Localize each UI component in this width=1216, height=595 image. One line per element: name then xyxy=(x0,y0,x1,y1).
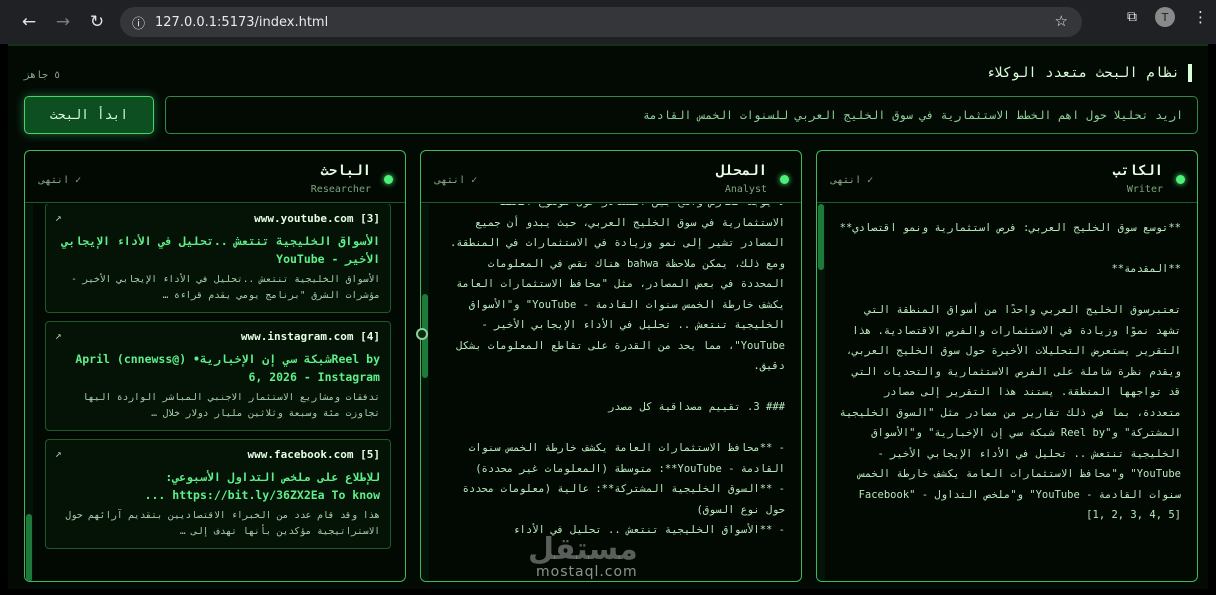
source-domain: www.instagram.com [4] xyxy=(240,330,380,343)
scrollbar-thumb[interactable] xyxy=(818,204,824,270)
reload-icon[interactable]: ↻ xyxy=(80,5,114,39)
scrollbar-thumb[interactable] xyxy=(26,514,32,581)
external-link-icon[interactable]: ↗ xyxy=(55,211,62,224)
source-snippet: الأسواق الخليجية تنتعش ..تحليل في الأداء… xyxy=(71,274,380,301)
source-snippet: تدفقات ومشاريع الاستثمار الاجنبي المباشر… xyxy=(82,392,380,419)
analyst-analysis-text: لا يوجد تعارض واضح بين المصادر حول موضوع… xyxy=(449,204,785,536)
source-card[interactable]: www.facebook.com [5] ↗ للإطلاع على ملخص … xyxy=(45,439,391,549)
writer-panel: الكاتب Writer ✓ انتهى **توسع سوق الخليج … xyxy=(816,150,1198,582)
url-text: 127.0.0.1:5173/index.html xyxy=(155,14,329,30)
scrollbar[interactable] xyxy=(421,204,429,581)
panel-status: ✓ انتهى xyxy=(39,175,82,186)
source-card[interactable]: www.instagram.com [4] ↗ Reel byشبكة سي إ… xyxy=(45,321,391,431)
extensions-icon[interactable]: ⧉ xyxy=(1127,9,1137,25)
site-info-icon[interactable]: ⓘ xyxy=(132,13,145,32)
scrollbar[interactable] xyxy=(25,204,33,581)
source-title[interactable]: للإطلاع على ملخص التداول الأسبوعي: https… xyxy=(56,468,380,504)
writer-report-text: **توسع سوق الخليج العربي: فرص استثمارية … xyxy=(839,222,1181,521)
panel-status: ✓ انتهى xyxy=(435,175,478,186)
status-dot-icon xyxy=(384,175,393,184)
page-title: نظام البحث متعدد الوكلاء xyxy=(986,64,1192,82)
panel-subtitle: Analyst xyxy=(724,184,767,195)
panel-status: ✓ انتهى xyxy=(831,175,874,186)
resize-handle[interactable] xyxy=(416,328,428,340)
menu-icon[interactable]: ⋮ xyxy=(1193,8,1208,26)
source-snippet: هذا وقد قام عدد من الخبراء الاقتصاديين ب… xyxy=(65,510,380,537)
panel-header: الكاتب Writer ✓ انتهى xyxy=(817,151,1197,203)
external-link-icon[interactable]: ↗ xyxy=(55,447,62,460)
panel-title: الكاتب xyxy=(1112,163,1163,179)
external-link-icon[interactable]: ↗ xyxy=(55,329,62,342)
source-title[interactable]: الأسواق الخليجية تنتعش ..تحليل في الأداء… xyxy=(56,232,381,268)
divider xyxy=(8,44,1208,46)
watermark-logo: مستقل xyxy=(528,532,638,567)
panel-body[interactable]: www.youtube.com [3] ↗ الأسواق الخليجية ت… xyxy=(25,204,405,581)
address-bar[interactable]: ⓘ 127.0.0.1:5173/index.html ☆ xyxy=(120,7,1082,37)
status-dot-icon xyxy=(1176,175,1185,184)
panel-body[interactable]: لا يوجد تعارض واضح بين المصادر حول موضوع… xyxy=(421,204,801,581)
source-title[interactable]: Reel byشبكة سي إن الإخبارية• (@cnnewss) … xyxy=(56,350,380,386)
bookmark-star-icon[interactable]: ☆ xyxy=(1055,12,1068,30)
scrollbar[interactable] xyxy=(817,204,825,581)
researcher-panel: الباحث Researcher ✓ انتهى www.youtube.co… xyxy=(24,150,406,582)
analyst-panel: المحلل Analyst ✓ انتهى لا يوجد تعارض واض… xyxy=(420,150,802,582)
panel-title: المحلل xyxy=(716,163,767,179)
watermark-text: mostaql.com xyxy=(536,564,638,580)
page-title-text: نظام البحث متعدد الوكلاء xyxy=(986,65,1180,81)
source-domain: www.facebook.com [5] xyxy=(247,448,380,461)
title-accent xyxy=(1188,64,1192,82)
browser-toolbar: ← → ↻ ⓘ 127.0.0.1:5173/index.html ☆ ⧉ T … xyxy=(0,0,1216,44)
source-domain: www.youtube.com [3] xyxy=(254,212,380,225)
back-icon[interactable]: ← xyxy=(12,5,46,39)
start-research-button[interactable]: ابدأ البحث xyxy=(24,96,154,134)
panel-header: المحلل Analyst ✓ انتهى xyxy=(421,151,801,203)
forward-icon[interactable]: → xyxy=(46,5,80,39)
panel-header: الباحث Researcher ✓ انتهى xyxy=(25,151,405,203)
app-root: نظام البحث متعدد الوكلاء ٥ جاهز ابدأ الب… xyxy=(8,44,1208,589)
panel-body[interactable]: **توسع سوق الخليج العربي: فرص استثمارية … xyxy=(817,204,1197,581)
panel-subtitle: Researcher xyxy=(310,184,371,195)
panel-subtitle: Writer xyxy=(1126,184,1163,195)
profile-avatar[interactable]: T xyxy=(1155,7,1175,27)
panel-title: الباحث xyxy=(320,163,371,179)
status-dot-icon xyxy=(780,175,789,184)
source-card[interactable]: www.youtube.com [3] ↗ الأسواق الخليجية ت… xyxy=(45,204,391,313)
query-input[interactable]: اريد تحليلا حول اهم الخطط الاستثمارية في… xyxy=(165,96,1198,134)
status-text: ٥ جاهز xyxy=(24,70,61,81)
